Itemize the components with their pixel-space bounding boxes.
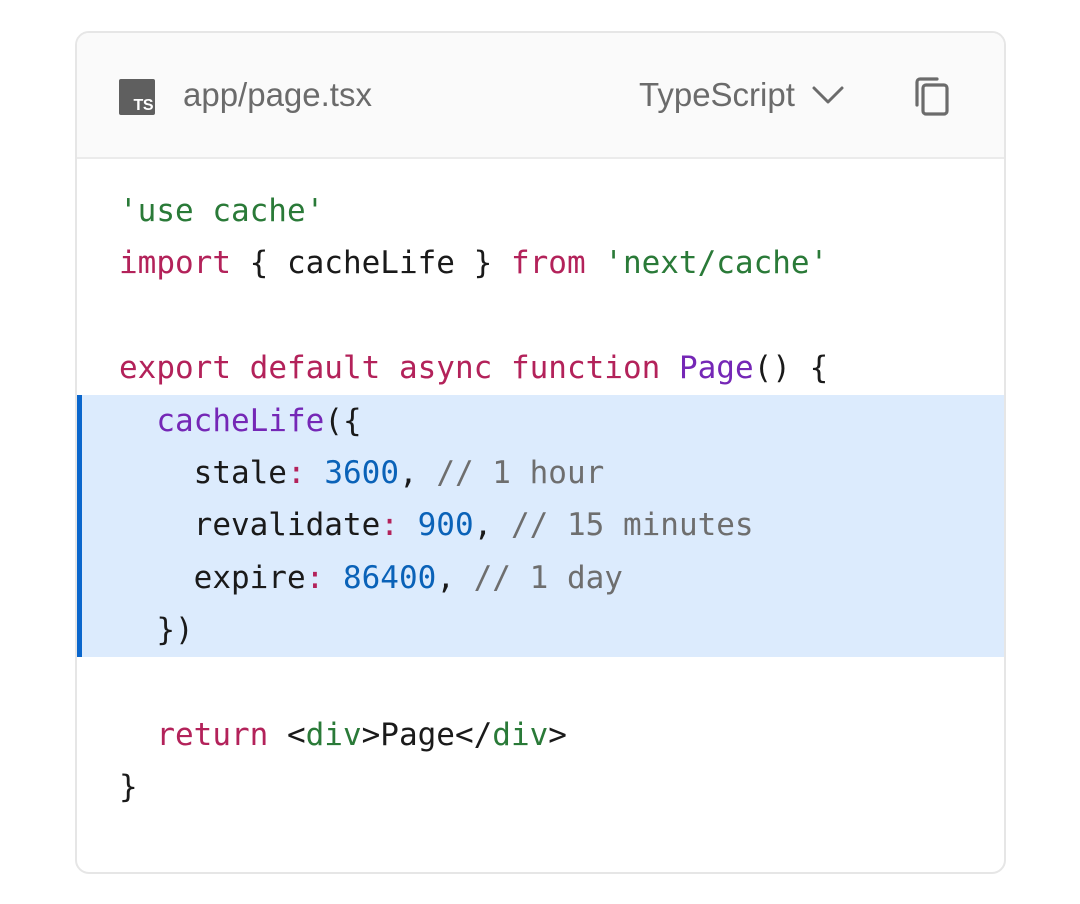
code-token: from [510,245,586,282]
code-token: import [119,245,231,282]
code-token: () { [753,350,829,387]
code-token: function [510,350,661,387]
code-token: default [249,350,381,387]
code-token: div [305,716,362,753]
code-token: 3600 [324,454,399,491]
language-select[interactable]: TypeScript [639,73,845,117]
code-token: 86400 [342,559,437,596]
language-label: TypeScript [639,76,795,113]
code-token: >Page</ [361,716,493,753]
code-token: div [492,716,549,753]
code-token: }) [119,612,194,649]
file-name: app/page.tsx [183,76,372,113]
code-token: , [398,454,437,491]
code-line: return <div>Page</div> [77,709,1004,761]
code-content: 'use cache' import { cacheLife } from 'ne… [77,185,1004,814]
chevron-down-icon [812,86,844,104]
code-token: , [436,559,474,596]
code-token: ({ [324,402,362,439]
code-token: // 1 day [473,559,623,596]
code-token: async [398,350,493,387]
code-token: revalidate [119,507,381,544]
code-token: 900 [417,507,474,544]
code-token: > [548,716,567,753]
code-token: : [305,559,325,596]
copy-icon[interactable] [909,74,953,118]
code-token: // 1 hour [436,454,605,491]
code-token: stale [119,454,287,491]
code-token: 'next/cache' [604,245,829,282]
file-icon-label: TS [133,97,154,114]
highlighted-code-line: stale: 3600, // 1 hour [77,446,1004,500]
code-block-header: TS app/page.tsx TypeScript [77,33,1004,159]
highlighted-code-line: expire: 86400, // 1 day [77,551,1004,605]
code-line: import { cacheLife } from 'next/cache' [77,237,1004,289]
code-line: export default async function Page() { [77,342,1004,394]
code-token: // 15 minutes [510,507,754,544]
code-token: cacheLife [156,402,325,439]
code-token: : [286,454,306,491]
code-line: } [77,761,1004,813]
code-token: expire [119,559,306,596]
highlighted-code-line: revalidate: 900, // 15 minutes [77,499,1004,553]
code-line: 'use cache' [77,185,1004,237]
code-token: 'use cache' [119,193,325,229]
code-token: , [473,507,511,544]
highlighted-code-line: cacheLife({ [77,394,1004,448]
highlighted-code-line: }) [77,604,1004,657]
code-token: return [156,716,269,753]
code-block: TS app/page.tsx TypeScript 'use cache' im… [75,31,1006,874]
code-token: export [119,350,231,387]
code-token: : [380,507,399,544]
code-token: { cacheLife } [230,245,511,282]
code-token: < [268,716,306,753]
code-token: Page [678,350,754,387]
code-token: } [119,769,138,806]
typescript-file-icon: TS [119,79,155,115]
